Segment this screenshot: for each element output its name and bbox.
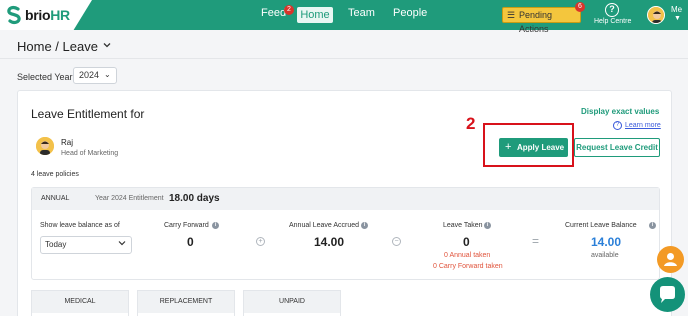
leave-type-label: UNPAID	[244, 291, 340, 313]
pending-actions-label: Pending Actions	[519, 10, 553, 34]
user-support-button[interactable]	[657, 246, 684, 273]
feed-badge: 2	[284, 5, 294, 15]
help-centre-label[interactable]: Help Centre	[594, 18, 631, 25]
accrued-value: 14.00	[314, 235, 345, 249]
breadcrumb: Home / Leave	[17, 39, 98, 54]
info-icon[interactable]: i	[484, 222, 491, 229]
leave-type-replacement[interactable]: REPLACEMENT	[137, 290, 235, 316]
show-balance-label: Show leave balance as of	[40, 222, 120, 229]
leave-policies-count: 4 leave policies	[31, 171, 79, 178]
annotation-step-number: 2	[466, 114, 476, 133]
question-icon[interactable]: ?	[613, 121, 622, 130]
leave-type-label: MEDICAL	[32, 291, 128, 313]
annual-title: ANNUAL	[41, 195, 70, 202]
info-icon[interactable]: i	[649, 222, 656, 229]
carry-forward-label: Carry Forward	[164, 222, 209, 229]
person-icon	[664, 253, 677, 266]
leave-taken-value: 0	[463, 235, 470, 249]
info-icon[interactable]: i	[212, 222, 219, 229]
divider	[0, 58, 688, 59]
nav-team[interactable]: Team	[348, 7, 375, 19]
chat-bubble-icon	[660, 286, 675, 303]
entitlement-value: 18.00 days	[169, 193, 220, 204]
user-avatar[interactable]	[647, 6, 665, 24]
learn-more-link[interactable]: Learn more	[625, 122, 661, 129]
apply-leave-label: Apply Leave	[517, 143, 565, 152]
pending-actions-button[interactable]: ☰ Pending Actions	[502, 7, 581, 34]
minus-circle-icon: −	[392, 237, 401, 246]
entitlement-label: Year 2024 Entitlement	[95, 195, 164, 202]
list-icon: ☰	[507, 10, 516, 20]
carry-forward-value: 0	[187, 235, 194, 249]
accrued-label: Annual Leave Accrued	[289, 222, 360, 229]
year-value: 2024	[79, 70, 100, 80]
pending-badge: 6	[575, 2, 585, 12]
selected-year-label: Selected Year	[17, 72, 73, 82]
me-label[interactable]: Me	[671, 5, 682, 14]
leave-type-unpaid[interactable]: UNPAID	[243, 290, 341, 316]
plus-icon: +	[505, 141, 512, 153]
annual-taken-note: 0 Annual taken	[444, 252, 491, 259]
logo-text: brioHR	[25, 7, 70, 23]
nav-feed[interactable]: Feed	[261, 7, 286, 19]
carry-forward-taken-note: 0 Carry Forward taken	[433, 263, 503, 270]
avatar-face-icon	[36, 137, 54, 155]
equals-icon: =	[532, 234, 540, 248]
entitlement-title: Leave Entitlement for	[31, 107, 145, 121]
info-icon[interactable]: i	[361, 222, 368, 229]
logo-mark-icon	[7, 5, 21, 25]
balance-date-value: Today	[45, 240, 67, 249]
balance-label: Current Leave Balance	[565, 222, 637, 229]
chevron-down-icon[interactable]	[118, 239, 126, 247]
apply-leave-button[interactable]: + Apply Leave	[499, 138, 568, 157]
help-icon[interactable]: ?	[605, 3, 619, 17]
balance-value: 14.00	[591, 235, 622, 249]
top-navbar	[0, 0, 688, 30]
employee-role: Head of Marketing	[61, 150, 119, 157]
employee-name: Raj	[61, 138, 74, 147]
employee-avatar	[36, 137, 54, 155]
chevron-down-icon[interactable]	[103, 41, 111, 49]
chat-button[interactable]	[650, 277, 685, 312]
leave-type-label: REPLACEMENT	[138, 291, 234, 313]
display-exact-values-link[interactable]: Display exact values	[581, 107, 659, 116]
leave-type-medical[interactable]: MEDICAL	[31, 290, 129, 316]
chevron-down-icon[interactable]: ⌄	[104, 70, 111, 79]
request-leave-credit-button[interactable]: Request Leave Credit	[574, 138, 660, 157]
nav-home[interactable]: Home	[297, 7, 333, 23]
caret-down-icon[interactable]: ▼	[674, 15, 681, 22]
plus-circle-icon: +	[256, 237, 265, 246]
balance-available-label: available	[591, 252, 619, 259]
nav-people[interactable]: People	[393, 7, 427, 19]
leave-taken-label: Leave Taken	[443, 222, 483, 229]
